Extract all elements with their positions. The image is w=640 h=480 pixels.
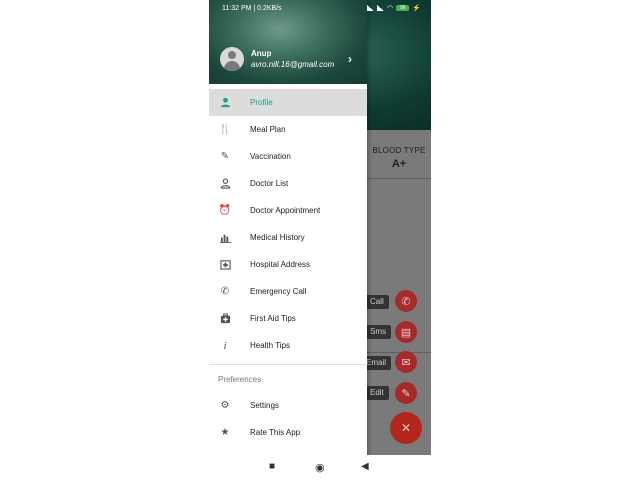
blood-type-card: BLOOD TYPE A+ bbox=[367, 146, 431, 170]
menu-label: Emergency Call bbox=[250, 287, 307, 296]
menu-label: Doctor Appointment bbox=[250, 206, 321, 215]
email-fab[interactable]: ✉ bbox=[395, 351, 417, 373]
menu-label: Meal Plan bbox=[250, 125, 286, 134]
navigation-bar: ■ ◉ ◀ bbox=[209, 455, 431, 480]
call-fab[interactable]: ✆ bbox=[395, 290, 417, 312]
battery-icon: 96 bbox=[396, 5, 410, 11]
status-icons: ◠ 96 ⚡ bbox=[367, 4, 421, 12]
phone-icon: ✆ bbox=[401, 295, 411, 308]
hospital-icon bbox=[219, 259, 231, 271]
menu-label: Rate This App bbox=[250, 428, 301, 437]
info-icon: i bbox=[223, 339, 227, 352]
menu-label: Doctor List bbox=[250, 179, 289, 188]
menu-label: First Aid Tips bbox=[250, 314, 296, 323]
signal-icon bbox=[367, 5, 375, 11]
navigation-drawer: Anup avro.nill.16@gmail.com › Profile 🍴 … bbox=[209, 0, 367, 480]
menu-item-vaccination[interactable]: ✎ Vaccination bbox=[209, 143, 367, 170]
menu-label: Hospital Address bbox=[250, 260, 311, 269]
menu-label: Settings bbox=[250, 401, 279, 410]
person-icon bbox=[219, 97, 231, 109]
menu-label: Vaccination bbox=[250, 152, 291, 161]
gear-icon: ⚙ bbox=[220, 400, 230, 411]
menu-item-first-aid-tips[interactable]: First Aid Tips bbox=[209, 305, 367, 332]
sms-fab-label[interactable]: Sms bbox=[365, 325, 391, 339]
back-button[interactable]: ◀ bbox=[361, 461, 369, 472]
chevron-right-icon[interactable]: › bbox=[348, 52, 352, 66]
call-fab-label[interactable]: Call bbox=[365, 295, 389, 309]
wifi-icon: ◠ bbox=[387, 5, 394, 12]
alarm-clock-icon: ⏰ bbox=[218, 205, 232, 216]
charging-icon: ⚡ bbox=[412, 5, 421, 12]
blood-type-label: BLOOD TYPE bbox=[372, 146, 426, 155]
menu-item-settings[interactable]: ⚙ Settings bbox=[209, 392, 367, 419]
status-time: 11:32 PM | 0.2KB/s bbox=[222, 5, 282, 12]
menu-label: Profile bbox=[250, 98, 273, 107]
menu-item-doctor-appointment[interactable]: ⏰ Doctor Appointment bbox=[209, 197, 367, 224]
doctor-icon bbox=[219, 178, 231, 190]
menu-item-rate-this-app[interactable]: ★ Rate This App bbox=[209, 419, 367, 446]
menu-item-doctor-list[interactable]: Doctor List bbox=[209, 170, 367, 197]
menu-item-hospital-address[interactable]: Hospital Address bbox=[209, 251, 367, 278]
divider bbox=[367, 178, 431, 179]
edit-fab[interactable]: ✎ bbox=[395, 382, 417, 404]
user-email: avro.nill.16@gmail.com bbox=[251, 60, 335, 69]
edit-person-icon: ✎ bbox=[401, 387, 411, 400]
sms-fab[interactable]: ▤ bbox=[395, 321, 417, 343]
home-button[interactable]: ◉ bbox=[315, 461, 325, 474]
syringe-icon: ✎ bbox=[220, 151, 230, 162]
user-name: Anup bbox=[251, 49, 272, 58]
phone-icon: ✆ bbox=[220, 286, 230, 297]
recents-button[interactable]: ■ bbox=[269, 461, 275, 472]
menu-item-profile[interactable]: Profile bbox=[209, 89, 367, 116]
medical-kit-icon bbox=[219, 313, 231, 325]
edit-fab-label[interactable]: Edit bbox=[365, 386, 389, 400]
fork-knife-icon: 🍴 bbox=[218, 124, 232, 135]
divider bbox=[209, 364, 367, 365]
phone-screen: BLOOD TYPE A+ Call ✆ Sms ▤ Email ✉ Edit … bbox=[209, 0, 431, 480]
message-icon: ▤ bbox=[400, 326, 412, 339]
menu-item-meal-plan[interactable]: 🍴 Meal Plan bbox=[209, 116, 367, 143]
menu-item-emergency-call[interactable]: ✆ Emergency Call bbox=[209, 278, 367, 305]
bar-chart-icon bbox=[219, 232, 231, 244]
close-icon: ✕ bbox=[400, 421, 412, 435]
menu-label: Health Tips bbox=[250, 341, 291, 350]
blood-type-value: A+ bbox=[391, 158, 407, 170]
mail-icon: ✉ bbox=[401, 356, 411, 369]
menu-item-health-tips[interactable]: i Health Tips bbox=[209, 332, 367, 359]
status-bar: 11:32 PM | 0.2KB/s ◠ 96 ⚡ bbox=[209, 0, 431, 18]
close-fab[interactable]: ✕ bbox=[390, 412, 422, 444]
menu-label: Medical History bbox=[250, 233, 305, 242]
preferences-label: Preferences bbox=[218, 375, 262, 384]
signal-icon bbox=[377, 5, 385, 11]
menu-item-medical-history[interactable]: Medical History bbox=[209, 224, 367, 251]
avatar bbox=[220, 47, 244, 71]
star-icon: ★ bbox=[220, 427, 230, 438]
